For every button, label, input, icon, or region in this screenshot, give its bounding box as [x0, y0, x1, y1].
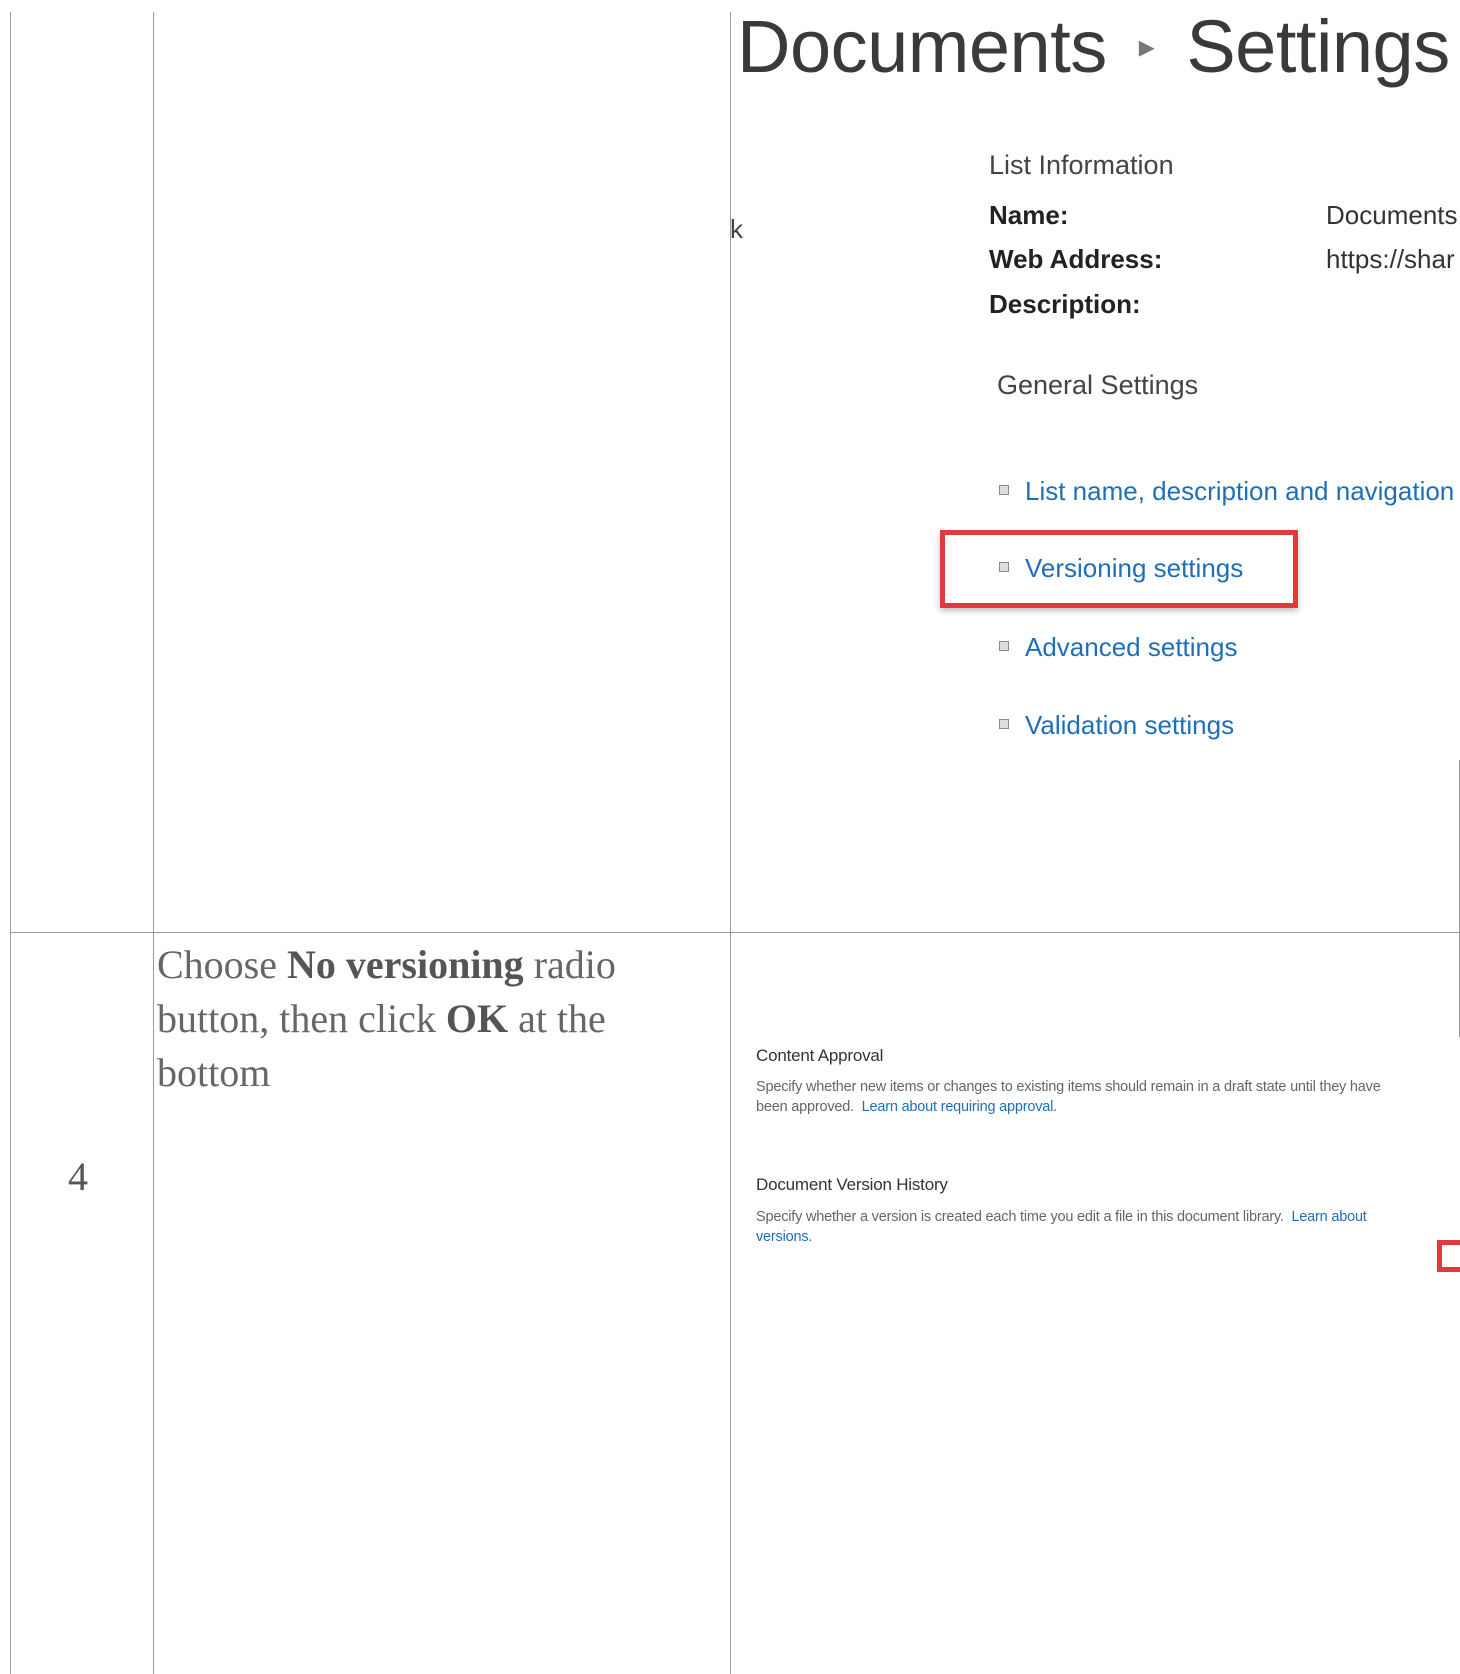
link-validation-settings[interactable]: Validation settings	[999, 710, 1234, 741]
table-row-divider	[10, 932, 1460, 933]
no-versioning-term: No versioning	[287, 942, 524, 987]
content-approval-heading: Content Approval	[756, 1046, 884, 1065]
ok-term: OK	[445, 996, 509, 1041]
content-approval-description: Specify whether new items or changes to …	[756, 1079, 1381, 1115]
bullet-icon	[999, 485, 1009, 496]
list-information-heading: List Information	[989, 150, 1174, 180]
name-value: Documents	[1326, 200, 1458, 230]
cropped-text-fragment: k	[730, 214, 743, 244]
cropped-highlight-box	[1437, 1240, 1460, 1272]
name-label: Name:	[989, 200, 1069, 230]
general-settings-heading: General Settings	[997, 370, 1199, 400]
step-number: 4	[68, 1154, 88, 1199]
link-list-name-description-navigation[interactable]: List name, description and navigation	[999, 476, 1454, 507]
description-label: Description:	[989, 289, 1141, 319]
page-title: Documents ▸ Settings	[737, 4, 1450, 89]
breadcrumb-separator-icon: ▸	[1138, 28, 1155, 65]
web-address-label: Web Address:	[989, 244, 1163, 274]
versioning-highlight-box	[940, 530, 1298, 608]
version-history-heading: Document Version History	[756, 1175, 948, 1194]
link-label: List name, description and navigation	[1025, 476, 1455, 506]
breadcrumb-documents[interactable]: Documents	[737, 5, 1107, 88]
table-border-col2	[730, 12, 731, 1674]
version-history-description: Specify whether a version is created eac…	[756, 1209, 1367, 1245]
bullet-icon	[999, 641, 1009, 652]
link-advanced-settings[interactable]: Advanced settings	[999, 632, 1237, 663]
bullet-icon	[999, 719, 1009, 730]
breadcrumb-settings: Settings	[1186, 5, 1450, 88]
link-label: Validation settings	[1025, 710, 1235, 740]
link-label: Advanced settings	[1025, 632, 1238, 662]
learn-about-approval-link[interactable]: Learn about requiring approval.	[862, 1099, 1058, 1115]
table-border-left	[10, 12, 11, 1674]
web-address-value[interactable]: https://shar	[1326, 244, 1455, 275]
step-instruction: Choose No versioning radio button, then …	[157, 942, 616, 1095]
table-border-col1	[153, 12, 154, 1674]
